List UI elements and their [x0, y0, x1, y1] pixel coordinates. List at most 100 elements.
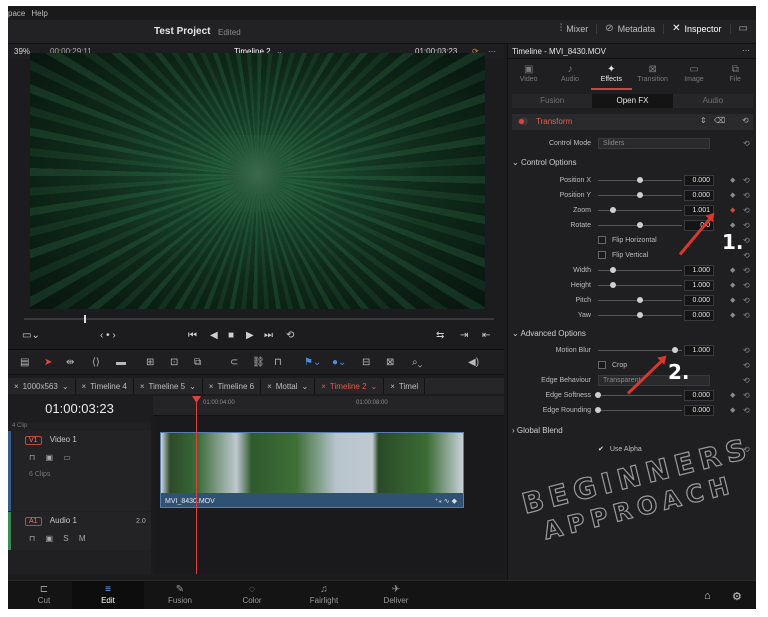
edge-behaviour-dropdown[interactable]: Transparent	[598, 375, 710, 386]
reset-icon[interactable]: ⟲	[743, 391, 750, 400]
auto-select-icon[interactable]: ▣	[45, 453, 53, 462]
tab-audio[interactable]: ♪ Audio	[549, 60, 590, 90]
keyframe-icon[interactable]: ◆	[730, 191, 735, 199]
slider-knob[interactable]	[637, 222, 643, 228]
slider-knob[interactable]	[637, 297, 643, 303]
trash-icon[interactable]: ⌫	[714, 116, 725, 125]
lock-icon[interactable]: ⊓	[29, 453, 35, 462]
page-deliver[interactable]: ✈ Deliver	[360, 581, 432, 609]
first-frame-icon[interactable]: ⏮	[188, 330, 197, 341]
match-frame-icon[interactable]: ⇆	[436, 330, 444, 341]
param-slider[interactable]	[598, 177, 682, 183]
snapping-icon[interactable]: ⊂	[230, 357, 238, 368]
zoom-detail-icon[interactable]: ⊠	[386, 357, 394, 368]
subtab-openfx[interactable]: Open FX	[592, 94, 673, 108]
more-panels-button[interactable]: ▭	[729, 24, 756, 34]
slider-knob[interactable]	[637, 192, 643, 198]
section-advanced-options[interactable]: ⌄ Advanced Options	[512, 329, 753, 343]
video-track-header[interactable]: V1 Video 1 ⊓ ▣ ▭ 6 Clips	[8, 431, 151, 511]
param-slider[interactable]	[598, 207, 682, 213]
metadata-button[interactable]: ⊘ Metadata	[596, 24, 663, 34]
param-slider[interactable]	[598, 222, 682, 228]
replace-clip-icon[interactable]: ⧉	[194, 357, 201, 368]
slider-knob[interactable]	[595, 392, 601, 398]
param-slider[interactable]	[598, 297, 682, 303]
last-frame-icon[interactable]: ⏭	[264, 330, 273, 341]
reset-icon[interactable]: ⟲	[743, 346, 750, 355]
param-value[interactable]: 1.000	[684, 265, 714, 276]
next-edit-icon[interactable]: ⇥	[460, 330, 468, 341]
slider-knob[interactable]	[595, 407, 601, 413]
control-mode-dropdown[interactable]: Sliders	[598, 138, 710, 149]
close-icon[interactable]: ×	[14, 382, 19, 391]
keyframe-icon[interactable]: ◆	[730, 296, 735, 304]
menu-workspace[interactable]: pace	[8, 9, 25, 18]
layout-icon[interactable]: ▤	[20, 357, 29, 368]
slider-knob[interactable]	[610, 267, 617, 273]
reset-icon[interactable]: ⟲	[743, 361, 750, 370]
reset-icon[interactable]: ⟲	[743, 281, 750, 290]
menu-help[interactable]: Help	[31, 9, 47, 18]
track-badge-a1[interactable]: A1	[25, 517, 42, 526]
flag-icon[interactable]: ⚑⌄	[304, 357, 321, 368]
reset-icon[interactable]: ⟲	[743, 191, 750, 200]
timeline-tab[interactable]: × Timeline 6	[203, 378, 262, 394]
reset-icon[interactable]: ⟲	[743, 139, 750, 148]
keyframe-icon[interactable]: ◆	[730, 391, 735, 399]
reset-icon[interactable]: ⟲	[743, 221, 750, 230]
page-fairlight[interactable]: ♫ Fairlight	[288, 581, 360, 609]
slider-knob[interactable]	[637, 177, 643, 183]
page-fusion[interactable]: ✎ Fusion	[144, 581, 216, 609]
param-value[interactable]: 1.000	[684, 280, 714, 291]
reset-icon[interactable]: ⟲	[743, 296, 750, 305]
edge-rounding-slider[interactable]	[595, 407, 682, 413]
timeline-tab[interactable]: × 1000x563 ⌄	[8, 378, 76, 394]
close-icon[interactable]: ×	[209, 382, 214, 391]
tab-transition[interactable]: ⊠ Transition	[632, 60, 673, 90]
param-slider[interactable]	[598, 267, 682, 273]
dynamic-trim-icon[interactable]: ⟨⟩	[92, 357, 100, 368]
timeline-tab[interactable]: × Timeline 5 ⌄	[134, 378, 203, 394]
timeline-tab[interactable]: × Timeline 4	[76, 378, 134, 394]
reset-icon[interactable]: ⟲	[743, 406, 750, 415]
reset-icon[interactable]: ⟲	[743, 236, 750, 245]
lock-icon[interactable]: ⊓	[29, 534, 35, 543]
edge-softness-value[interactable]: 0.000	[684, 390, 714, 401]
motion-blur-slider[interactable]	[598, 347, 682, 353]
slider-knob[interactable]	[610, 282, 617, 288]
loop-icon[interactable]: ⟲	[286, 330, 294, 341]
reset-icon[interactable]: ⟲	[743, 206, 750, 215]
param-value[interactable]: 0.000	[684, 190, 714, 201]
overwrite-clip-icon[interactable]: ⊡	[170, 357, 178, 368]
motion-blur-value[interactable]: 1.000	[684, 345, 714, 356]
viewer-size-icon[interactable]: ▭⌄	[22, 330, 40, 341]
close-icon[interactable]: ×	[267, 382, 272, 391]
insert-clip-icon[interactable]: ⊞	[146, 357, 154, 368]
timeline-tab[interactable]: × Timel	[384, 378, 426, 394]
subtab-audio[interactable]: Audio	[673, 94, 753, 108]
keyframe-icon[interactable]: ◆	[730, 281, 735, 289]
param-slider[interactable]	[598, 312, 682, 318]
jog-icon[interactable]: ‹ • ›	[100, 330, 116, 341]
auto-select-icon[interactable]: ▣	[45, 534, 53, 543]
stop-icon[interactable]: ■	[228, 330, 234, 341]
subtab-fusion[interactable]: Fusion	[512, 94, 592, 108]
effect-toggle[interactable]	[518, 118, 528, 125]
play-reverse-icon[interactable]: ◀	[210, 330, 218, 341]
reset-icon[interactable]: ⟲	[743, 251, 750, 260]
scrubber-head[interactable]	[84, 315, 86, 323]
edge-rounding-value[interactable]: 0.000	[684, 405, 714, 416]
timeline-tab-active[interactable]: × Timeline 2 ⌄	[315, 378, 385, 394]
keyframe-icon[interactable]: ◆	[730, 206, 735, 214]
volume-icon[interactable]: ◀)	[468, 357, 479, 368]
flip-vertical-checkbox[interactable]	[598, 251, 606, 259]
select-tool-icon[interactable]: ➤	[44, 357, 52, 368]
crop-checkbox[interactable]	[598, 361, 606, 369]
timeline-tab[interactable]: × Mottal ⌄	[261, 378, 316, 394]
param-value[interactable]: 0.000	[684, 310, 714, 321]
keyframe-icon[interactable]: ◆	[730, 221, 735, 229]
reset-icon[interactable]: ⟲	[742, 116, 749, 125]
blade-tool-icon[interactable]: ▬	[116, 357, 126, 368]
reset-icon[interactable]: ⟲	[743, 376, 750, 385]
crop-row[interactable]: Crop ⟲	[512, 358, 753, 373]
